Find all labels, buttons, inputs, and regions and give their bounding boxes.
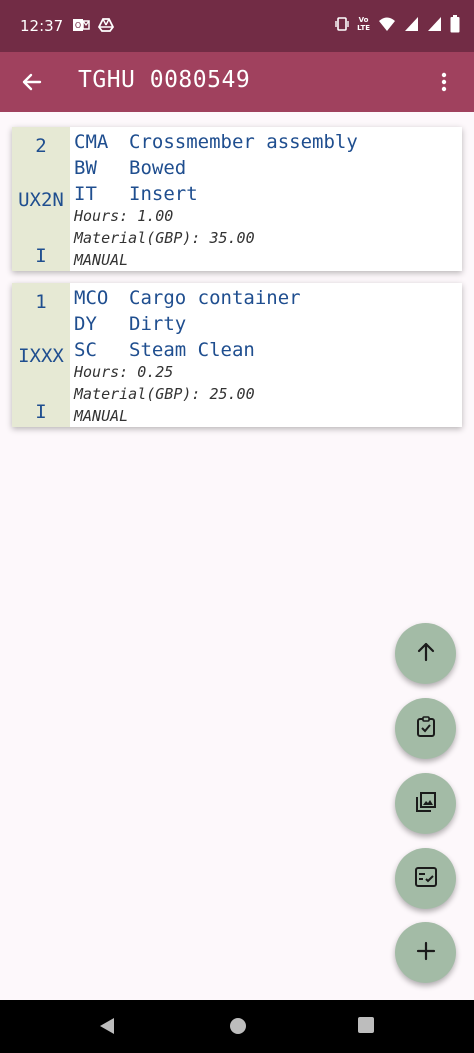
page-title: TGHU 0080549 (78, 67, 251, 93)
nav-back-icon[interactable] (97, 1016, 117, 1040)
component-code: MCO (74, 287, 109, 309)
repair-material: Material(GBP): 25.00 (74, 385, 255, 403)
arrow-back-icon[interactable] (20, 70, 44, 94)
repair-location: UX2N (18, 189, 64, 211)
component-line: CMA Crossmember assembly (74, 131, 358, 153)
checklist-icon (414, 865, 438, 893)
repair-desc: Steam Clean (129, 339, 255, 361)
repair-hours: Hours: 0.25 (74, 363, 174, 381)
wifi-icon (378, 16, 396, 32)
drive-icon (98, 17, 114, 33)
repair-card-side: 1 IXXX I (12, 283, 70, 427)
repair-code: SC (74, 339, 97, 361)
nav-home-icon[interactable] (228, 1016, 248, 1040)
repair-code: IT (74, 183, 97, 205)
arrow-up-icon (414, 640, 438, 668)
more-vert-icon[interactable] (432, 70, 456, 94)
repair-tag: I (35, 401, 47, 423)
add-repair-button[interactable] (395, 922, 456, 983)
photos-button[interactable] (395, 773, 456, 834)
checklist-button[interactable] (395, 848, 456, 909)
repair-mode: MANUAL (74, 251, 129, 269)
photo-library-icon (414, 790, 438, 818)
repair-mode: MANUAL (74, 407, 129, 425)
repair-hours: Hours: 1.00 (74, 207, 174, 225)
repair-card[interactable]: 1 IXXX I MCO Cargo container DY Dirty SC St… (12, 283, 462, 427)
component-line: MCO Cargo container (74, 287, 301, 309)
inspection-button[interactable] (395, 698, 456, 759)
repair-material: Material(GBP): 35.00 (74, 229, 255, 247)
scroll-top-button[interactable] (395, 623, 456, 684)
damage-code: BW (74, 157, 97, 179)
svg-text:O: O (75, 21, 81, 30)
repair-line: SC Steam Clean (74, 339, 255, 361)
component-code: CMA (74, 131, 109, 153)
vibrate-icon (335, 16, 349, 32)
repair-card[interactable]: 2 UX2N I CMA Crossmember assembly BW Bowed… (12, 127, 462, 271)
component-desc: Crossmember assembly (129, 131, 358, 153)
add-icon (414, 939, 438, 967)
clipboard-check-icon (414, 715, 438, 743)
damage-line: BW Bowed (74, 157, 186, 179)
repair-quantity: 2 (35, 135, 47, 157)
system-nav-bar (0, 1000, 474, 1053)
damage-desc: Bowed (129, 157, 187, 179)
signal-icon (427, 16, 442, 32)
damage-code: DY (74, 313, 97, 335)
status-bar: 12:37 O Vo LTE (0, 0, 474, 52)
volte-icon: Vo LTE (357, 16, 370, 32)
battery-icon (450, 15, 460, 33)
nav-recents-icon[interactable] (357, 1016, 375, 1038)
status-time: 12:37 (20, 17, 64, 35)
repair-line: IT Insert (74, 183, 198, 205)
damage-desc: Dirty (129, 313, 187, 335)
repair-tag: I (35, 245, 47, 267)
outlook-icon: O (72, 17, 90, 33)
signal-icon (404, 16, 419, 32)
repair-location: IXXX (18, 345, 64, 367)
repair-quantity: 1 (35, 291, 47, 313)
app-bar: TGHU 0080549 (0, 52, 474, 112)
component-desc: Cargo container (129, 287, 301, 309)
repair-card-side: 2 UX2N I (12, 127, 70, 271)
repair-desc: Insert (129, 183, 198, 205)
damage-line: DY Dirty (74, 313, 186, 335)
